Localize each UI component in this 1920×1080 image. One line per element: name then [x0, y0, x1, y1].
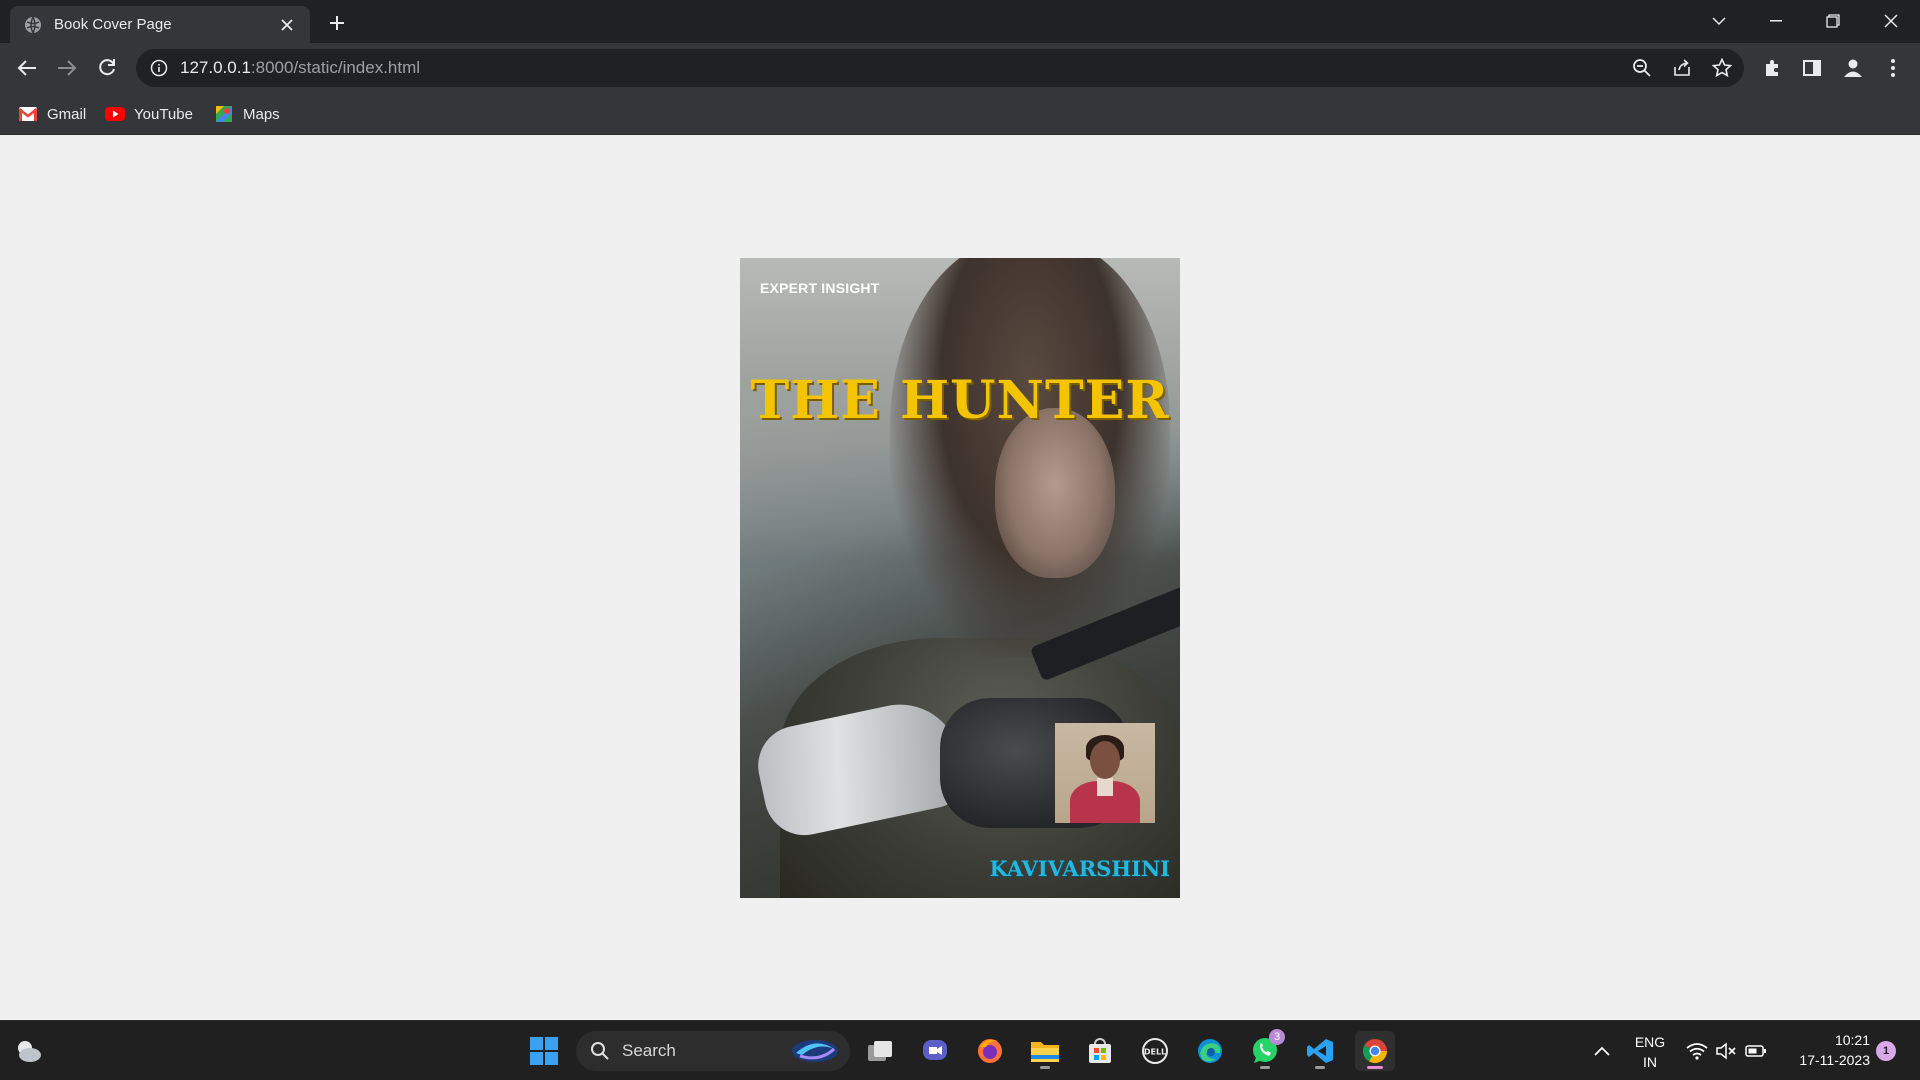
chrome-icon[interactable] — [1355, 1031, 1395, 1071]
forward-button[interactable] — [52, 53, 82, 83]
url-host: 127.0.0.1 — [180, 58, 251, 77]
cover-tagline: EXPERT INSIGHT — [760, 280, 880, 296]
bookmark-label: YouTube — [134, 105, 193, 123]
dell-icon[interactable]: DELL — [1135, 1031, 1175, 1071]
edge-icon[interactable] — [1190, 1031, 1230, 1071]
address-bar[interactable]: 127.0.0.1:8000/static/index.html — [136, 49, 1744, 87]
close-tab-icon[interactable] — [278, 16, 296, 34]
youtube-icon — [105, 107, 125, 121]
back-button[interactable] — [12, 53, 42, 83]
maps-icon — [216, 106, 232, 122]
tab-book-cover-page[interactable]: Book Cover Page — [10, 6, 310, 43]
whatsapp-badge: 3 — [1269, 1029, 1285, 1045]
task-view-icon[interactable] — [860, 1031, 900, 1071]
bookmark-label: Gmail — [47, 105, 87, 123]
clock[interactable]: 10:21 17-11-2023 — [1780, 1030, 1870, 1070]
reload-button[interactable] — [92, 53, 122, 83]
teams-chat-icon[interactable] — [915, 1031, 955, 1071]
url-path: :8000/static/index.html — [250, 58, 421, 77]
zoom-icon[interactable] — [1627, 53, 1657, 83]
notification-badge[interactable]: 1 — [1876, 1041, 1896, 1061]
bookmark-label: Maps — [243, 105, 280, 123]
menu-kebab-icon[interactable] — [1878, 53, 1908, 83]
book-title: THE HUNTER — [750, 370, 1170, 431]
bing-chat-icon — [792, 1040, 838, 1062]
page-viewport: EXPERT INSIGHT THE HUNTER KAVIVARSHINI — [0, 135, 1920, 1020]
share-icon[interactable] — [1667, 53, 1697, 83]
bookmark-gmail[interactable]: Gmail — [18, 102, 86, 126]
browser-titlebar: Book Cover Page — [0, 0, 1920, 43]
svg-text:DELL: DELL — [1144, 1048, 1166, 1057]
bookmark-star-icon[interactable] — [1707, 53, 1737, 83]
clock-time: 10:21 — [1834, 1032, 1870, 1048]
bookmarks-bar: Gmail YouTube Maps — [0, 93, 1920, 135]
extensions-icon[interactable] — [1757, 53, 1787, 83]
microsoft-store-icon[interactable] — [1080, 1031, 1120, 1071]
cover-figure-face — [995, 408, 1115, 578]
bookmark-youtube[interactable]: YouTube — [105, 102, 193, 126]
weather-widget-icon[interactable] — [8, 1031, 48, 1071]
firefox-icon[interactable] — [970, 1031, 1010, 1071]
search-placeholder: Search — [622, 1041, 676, 1060]
battery-icon[interactable] — [1736, 1031, 1776, 1071]
author-name: KAVIVARSHINI — [989, 856, 1170, 881]
show-hidden-icons-chevron[interactable] — [1582, 1031, 1622, 1071]
minimize-button[interactable] — [1753, 6, 1799, 36]
region-code: IN — [1643, 1054, 1657, 1070]
new-tab-button[interactable] — [324, 10, 350, 36]
vscode-icon[interactable] — [1300, 1031, 1340, 1071]
restore-button[interactable] — [1810, 6, 1856, 36]
book-cover: EXPERT INSIGHT THE HUNTER KAVIVARSHINI — [740, 258, 1180, 898]
language-code: ENG — [1634, 1034, 1666, 1050]
clock-date: 17-11-2023 — [1799, 1052, 1870, 1068]
search-icon — [591, 1042, 609, 1060]
side-panel-icon[interactable] — [1797, 53, 1827, 83]
language-indicator[interactable]: ENG IN — [1628, 1032, 1672, 1072]
close-window-button[interactable] — [1868, 6, 1914, 36]
whatsapp-icon[interactable]: 3 — [1245, 1029, 1285, 1071]
globe-icon — [25, 16, 41, 33]
author-photo — [1055, 723, 1155, 823]
tab-title: Book Cover Page — [54, 16, 172, 33]
taskbar-search[interactable]: Search — [576, 1031, 850, 1071]
windows-taskbar: Search DELL 3 ENG IN 10:21 17-11-2023 1 — [0, 1020, 1920, 1080]
profile-icon[interactable] — [1838, 53, 1868, 83]
start-button[interactable] — [524, 1031, 564, 1071]
browser-toolbar: 127.0.0.1:8000/static/index.html — [0, 43, 1920, 93]
gmail-icon — [18, 107, 38, 121]
tab-search-chevron-icon[interactable] — [1696, 6, 1742, 36]
site-info-icon[interactable] — [150, 59, 168, 77]
bookmark-maps[interactable]: Maps — [214, 102, 280, 126]
file-explorer-icon[interactable] — [1025, 1031, 1065, 1071]
